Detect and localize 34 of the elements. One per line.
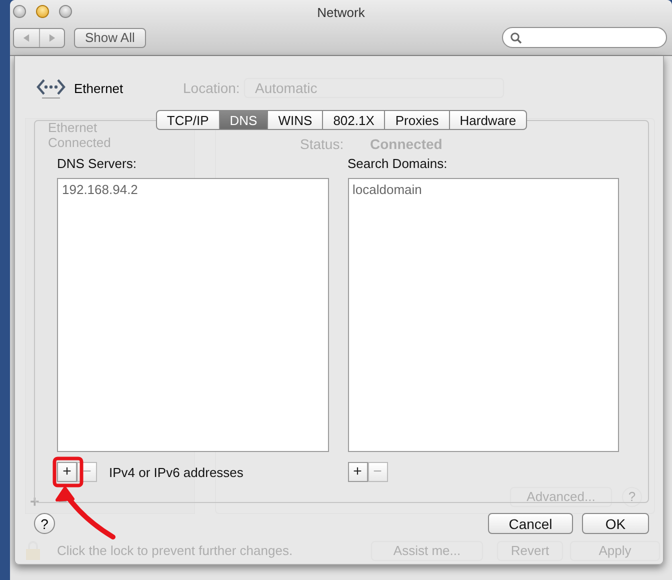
search-field[interactable] xyxy=(502,27,667,48)
highlight-frame xyxy=(52,456,84,488)
list-label: Search Domains: xyxy=(348,156,448,171)
ok-button[interactable]: OK xyxy=(582,513,649,534)
search-icon xyxy=(510,32,522,44)
location-label: Location: xyxy=(183,80,240,96)
tab[interactable]: DNS xyxy=(220,110,268,130)
status-label: Status: xyxy=(300,136,344,152)
add-button[interactable]: + xyxy=(57,462,77,482)
ethernet-icon xyxy=(36,77,66,99)
tab[interactable]: 802.1X xyxy=(323,110,386,130)
cancel-button[interactable]: Cancel xyxy=(488,513,573,534)
close-button[interactable] xyxy=(13,5,26,18)
list-entry[interactable]: localdomain xyxy=(352,182,422,198)
add-button[interactable]: + xyxy=(348,462,368,482)
zoom-button[interactable] xyxy=(59,5,72,18)
interface-name: Ethernet xyxy=(74,80,124,96)
annotation-arrow xyxy=(56,486,116,540)
service-status: Connected xyxy=(48,135,111,150)
status-value: Connected xyxy=(370,136,442,152)
tab[interactable]: WINS xyxy=(268,110,324,130)
tab[interactable]: TCP/IP xyxy=(156,110,220,130)
list-label: DNS Servers: xyxy=(57,156,136,171)
minimize-button[interactable] xyxy=(36,5,49,18)
back-forward-control[interactable] xyxy=(13,28,65,48)
tab[interactable]: Hardware xyxy=(450,110,528,130)
lock-message: Click the lock to prevent further changes. xyxy=(57,543,293,558)
window-title: Network xyxy=(317,5,365,20)
tab[interactable]: Proxies xyxy=(385,110,450,130)
list-hint: IPv4 or IPv6 addresses xyxy=(109,464,244,480)
entry-list[interactable]: localdomain xyxy=(348,178,619,452)
list-entry[interactable]: 192.168.94.2 xyxy=(62,182,138,198)
entry-list[interactable]: 192.168.94.2 xyxy=(57,178,328,452)
show-all-button[interactable]: Show All xyxy=(74,28,146,48)
